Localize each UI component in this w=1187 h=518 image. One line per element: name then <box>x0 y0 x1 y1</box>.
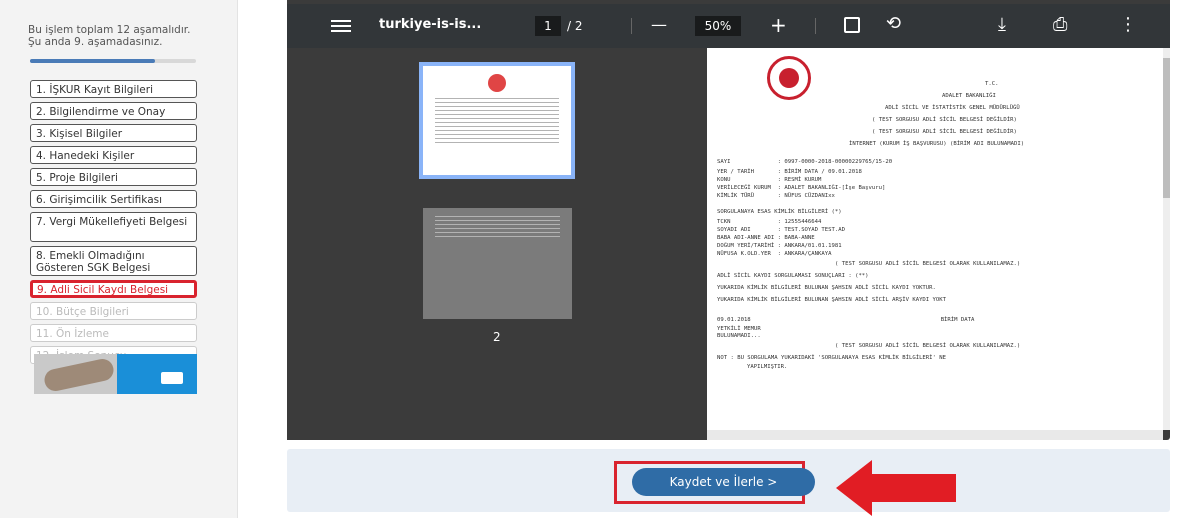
page-thumbnail-1[interactable] <box>419 62 575 179</box>
doc-result-title: ADLİ SİCİL KAYDI SORGULAMASI SONUÇLARI :… <box>717 273 869 279</box>
card-icon <box>161 372 183 384</box>
doc-result-1: YUKARIDA KİMLİK BİLGİLERİ BULUNAN ŞAHSIN… <box>717 285 936 291</box>
step-project-info[interactable]: 5. Proje Bilgileri <box>30 168 197 186</box>
clipped-sidebar-text <box>22 0 222 8</box>
step-iskur-registration[interactable]: 1. İŞKUR Kayıt Bilgileri <box>30 80 197 98</box>
thumbnail-preview <box>423 216 572 237</box>
document-text: T.C. ADALET BAKANLIĞI ADLİ SİCİL VE İSTA… <box>717 52 1147 370</box>
print-icon[interactable]: ⎙ <box>1053 14 1067 35</box>
toolbar-divider <box>631 18 632 34</box>
promo-image <box>34 354 197 394</box>
doc-field: SAYI : 0997-0000-2018-00000229765/15-20 <box>717 159 893 165</box>
step-tax-liability-document[interactable]: 7. Vergi Mükellefiyeti Belgesi <box>30 212 197 242</box>
doc-field: KONU : RESMİ KURUM <box>717 177 822 183</box>
doc-identity: SOYADI ADI : TEST.SOYAD TEST.AD <box>717 227 845 233</box>
zoom-input[interactable]: 50% <box>695 16 741 36</box>
doc-unit: BİRİM DATA <box>940 317 975 323</box>
horizontal-scrollbar[interactable] <box>707 430 1163 440</box>
doc-result-2: YUKARIDA KİMLİK BİLGİLERİ BULUNAN ŞAHSIN… <box>717 297 947 303</box>
left-arrow-icon <box>836 460 956 516</box>
doc-field: VERİLECEĞİ KURUM : ADALET BAKANLIĞI-[İşe… <box>717 185 886 191</box>
doc-institution: ADALET BAKANLIĞI <box>942 93 996 99</box>
step-budget-info: 10. Bütçe Bilgileri <box>30 302 197 320</box>
doc-notice-5: ( TEST SORGUSU ADLİ SİCİL BELGESİ OLARAK… <box>835 343 1021 349</box>
doc-identity: TCKN : 12555446644 <box>717 219 822 225</box>
doc-identity: BABA ADI-ANNE ADI : BABA-ANNE <box>717 235 815 241</box>
doc-officer: YETKİLİ MEMUR <box>717 326 761 332</box>
rotate-icon[interactable]: ⟲ <box>886 13 901 34</box>
save-and-continue-button[interactable]: Kaydet ve İlerle > <box>632 468 815 496</box>
doc-note-2: YAPILMIŞTIR. <box>747 364 788 370</box>
promo-card-background <box>117 354 197 394</box>
doc-officer-2: BULUNAMADI... <box>717 333 761 339</box>
more-options-icon[interactable]: ⋮ <box>1119 14 1137 35</box>
zoom-out-icon[interactable]: — <box>651 15 667 34</box>
menu-icon[interactable] <box>331 20 351 32</box>
step-non-retirement-document[interactable]: 8. Emekli Olmadığını Gösteren SGK Belges… <box>30 246 197 276</box>
vertical-scroll-thumb[interactable] <box>1163 58 1170 198</box>
doc-notice-4: ( TEST SORGUSU ADLİ SİCİL BELGESİ OLARAK… <box>835 261 1021 267</box>
page-thumbnail-2[interactable] <box>423 208 572 319</box>
doc-department: ADLİ SİCİL VE İSTATİSTİK GENEL MÜDÜRLÜĞÜ <box>885 105 1020 111</box>
toolbar-divider <box>815 18 816 34</box>
application-page: Bu işlem toplam 12 aşamalıdır. Şu anda 9… <box>0 0 1187 518</box>
page-number-input[interactable]: 1 <box>535 16 561 36</box>
hand-image <box>42 356 116 394</box>
step-information-consent[interactable]: 2. Bilgilendirme ve Onay <box>30 102 197 120</box>
pdf-viewer: turkiye-is-is... 1 / 2 — 50% + ⟲ ⤓ ⎙ ⋮ 1 <box>287 0 1170 440</box>
zoom-in-icon[interactable]: + <box>770 13 787 37</box>
document-title: turkiye-is-is... <box>379 17 482 32</box>
fit-page-icon[interactable] <box>844 17 860 33</box>
vertical-scrollbar[interactable] <box>1163 48 1170 430</box>
doc-identity: DOĞUM YERİ/TARİHİ : ANKARA/01.01.1981 <box>717 243 842 249</box>
doc-field: KİMLİK TÜRÜ : NÜFUS CÜZDANIxx <box>717 193 835 199</box>
download-icon[interactable]: ⤓ <box>998 14 1006 35</box>
doc-date: 09.01.2018 <box>717 317 751 323</box>
step-personal-info[interactable]: 3. Kişisel Bilgiler <box>30 124 197 142</box>
thumbnail-number-2: 2 <box>493 330 501 344</box>
doc-note: NOT : BU SORGULAMA YUKARIDAKİ 'SORGULANA… <box>717 355 947 361</box>
doc-section-title: SORGULANAYA ESAS KİMLİK BİLGİLERİ (*) <box>717 209 842 215</box>
doc-notice-1: ( TEST SORGUSU ADLİ SİCİL BELGESİ DEĞİLD… <box>872 117 1017 123</box>
step-household-members[interactable]: 4. Hanedeki Kişiler <box>30 146 197 164</box>
doc-header: T.C. <box>985 81 999 87</box>
doc-date-line: 09.01.2018 BİRİM DATA <box>717 314 1147 326</box>
doc-notice-2: ( TEST SORGUSU ADLİ SİCİL BELGESİ DEĞİLD… <box>872 129 1017 135</box>
document-view: T.C. ADALET BAKANLIĞI ADLİ SİCİL VE İSTA… <box>707 48 1163 430</box>
doc-notice-3: İNTERNET (KURUM İŞ BAŞVURUSU) (BİRİM ADI… <box>849 141 1025 147</box>
action-footer: Kaydet ve İlerle > <box>287 449 1170 512</box>
wizard-sidebar: Bu işlem toplam 12 aşamalıdır. Şu anda 9… <box>0 0 238 518</box>
progress-fill <box>30 59 155 63</box>
thumbnail-preview <box>423 74 571 143</box>
page-total: / 2 <box>567 19 583 33</box>
doc-identity: NÜFUSA K.OLD.YER : ANKARA/ÇANKAYA <box>717 251 832 257</box>
step-entrepreneurship-certificate[interactable]: 6. Girişimcilik Sertifikası <box>30 190 197 208</box>
step-criminal-record-document[interactable]: 9. Adli Sicil Kaydı Belgesi <box>30 280 197 298</box>
progress-description: Bu işlem toplam 12 aşamalıdır. Şu anda 9… <box>28 24 191 48</box>
wizard-steps: 1. İŞKUR Kayıt Bilgileri 2. Bilgilendirm… <box>30 80 197 368</box>
pdf-toolbar: turkiye-is-is... 1 / 2 — 50% + ⟲ ⤓ ⎙ ⋮ <box>287 4 1170 48</box>
progress-bar <box>30 59 196 63</box>
step-preview: 11. Ön İzleme <box>30 324 197 342</box>
thumbnail-sidebar: 1 2 <box>287 48 707 440</box>
doc-field: YER / TARİH : BİRİM DATA / 09.01.2018 <box>717 169 862 175</box>
